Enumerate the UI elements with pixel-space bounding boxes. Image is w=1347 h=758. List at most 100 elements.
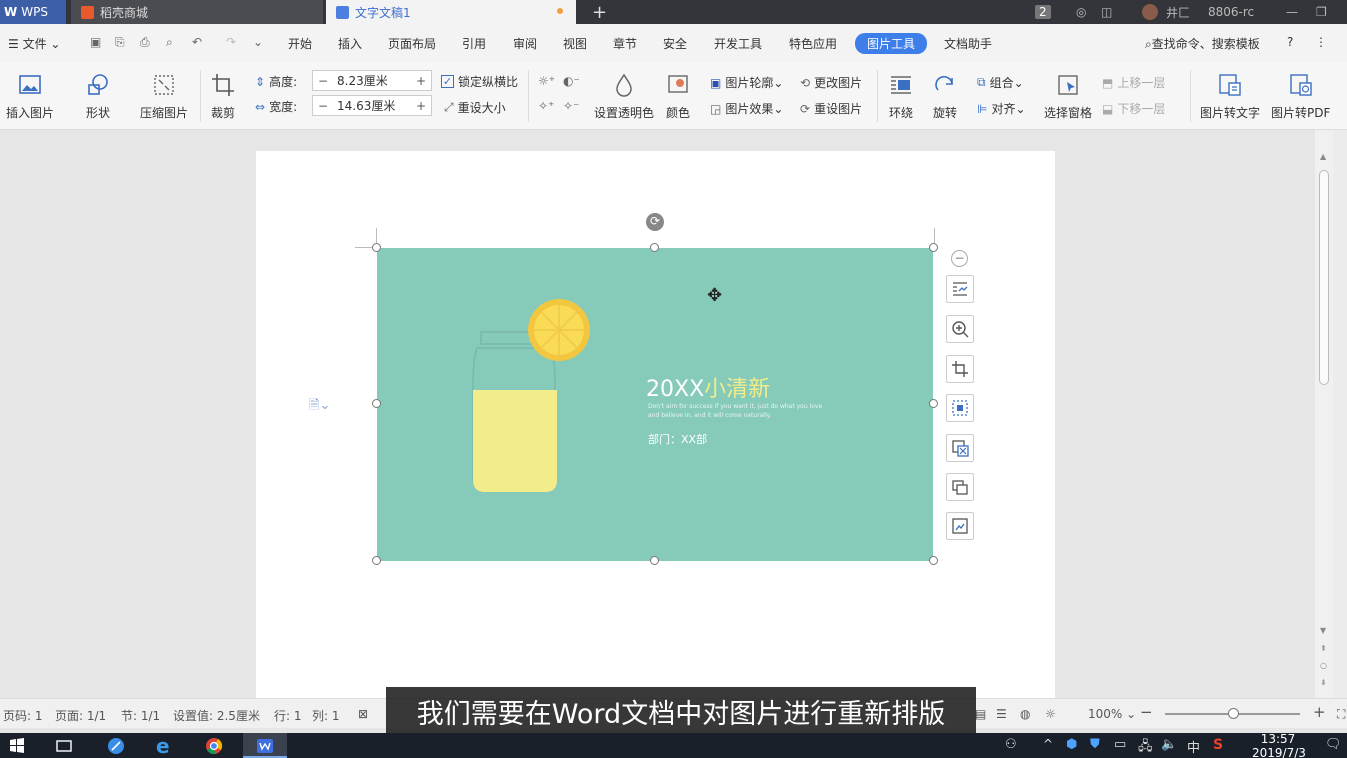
height-decrease-button[interactable]: − [313,74,333,88]
image-outline-button[interactable]: ▣ 图片轮廓 ⌄ [710,74,783,91]
tab-doc-assistant[interactable]: 文档助手 [944,35,992,52]
zoom-slider[interactable] [1165,708,1300,719]
collapse-toolbar-button[interactable]: − [951,250,968,267]
increase-contrast-icon[interactable]: ✧⁺ [538,99,554,113]
page-view-icon[interactable]: ▤ [975,707,986,721]
help-button[interactable]: ? [1287,35,1293,49]
network-icon[interactable]: 🖧 [1138,737,1156,755]
select-browse-icon[interactable]: ○ [1320,661,1327,670]
resize-handle-top[interactable] [650,243,659,252]
web-view-icon[interactable]: ◍ [1020,707,1030,721]
print-preview-icon[interactable]: ⌕ [166,35,173,50]
status-row[interactable]: 行: 1 [274,707,302,724]
width-value[interactable]: 14.63厘米 [333,97,411,114]
tab-docer-mall[interactable]: 稻壳商城 [71,0,323,24]
edge-browser-icon[interactable]: e [156,734,174,758]
task-view-icon[interactable] [55,737,73,755]
vertical-scrollbar[interactable]: ▲ ▼ ⇞ ○ ⇟ [1315,130,1333,698]
tab-review[interactable]: 审阅 [513,35,537,52]
more-icon[interactable]: ⋮ [1315,35,1327,49]
file-menu[interactable]: ☰ 文件 ⌄ [8,35,60,52]
tab-reference[interactable]: 引用 [462,35,486,52]
quick-access-dropdown-icon[interactable]: ⌄ [253,35,263,49]
change-image-button[interactable]: ⟲ 更改图片 [800,74,862,91]
image-effect-button[interactable]: ◲ 图片效果 ⌄ [710,100,783,117]
insert-image-button[interactable]: 插入图片 [6,72,54,121]
resize-handle-bottom-right[interactable] [929,556,938,565]
tray-app-icon[interactable]: ⬢ [1066,737,1084,755]
redo-icon[interactable]: ↷ [226,35,236,49]
outline-view-icon[interactable]: ☰ [996,707,1007,721]
zoom-level[interactable]: 100% ⌄ [1088,707,1136,721]
maximize-button[interactable]: ❐ [1316,0,1327,24]
next-page-icon[interactable]: ⇟ [1320,678,1327,687]
width-increase-button[interactable]: + [411,99,431,113]
tab-start[interactable]: 开始 [288,35,312,52]
save-icon[interactable]: ▣ [90,35,101,49]
image-settings-button[interactable] [946,512,974,540]
resize-handle-top-left[interactable] [372,243,381,252]
tab-insert[interactable]: 插入 [338,35,362,52]
scroll-down-icon[interactable]: ▼ [1320,626,1326,635]
compress-image-button[interactable]: 压缩图片 [140,72,188,121]
command-search[interactable]: ⌕查找命令、搜索模板 [1145,35,1260,52]
print-icon[interactable]: ⎙ [140,35,150,50]
width-decrease-button[interactable]: − [313,99,333,113]
bring-forward-button[interactable]: ⬒ 上移一层 [1102,74,1165,91]
width-stepper[interactable]: − 14.63厘米 + [312,95,432,116]
people-icon[interactable]: ⚇ [1005,737,1023,755]
format-painter-icon[interactable]: ⎘ [115,35,125,50]
status-col[interactable]: 列: 1 [312,707,340,724]
increase-brightness-icon[interactable]: ☼⁺ [538,74,555,88]
zoom-out-button[interactable]: − [1140,703,1153,721]
undo-icon[interactable]: ↶ [192,35,202,49]
skin-icon[interactable]: ◎ [1076,0,1086,24]
layout-options-button[interactable] [946,275,974,303]
copy-image-button[interactable] [946,473,974,501]
selected-image[interactable]: 20XX小清新 Don't aim for success if you wan… [377,248,933,561]
shape-button[interactable]: 形状 [85,72,111,121]
zoom-slider-thumb[interactable] [1228,708,1239,719]
select-area-button[interactable] [946,394,974,422]
user-avatar[interactable]: 井匚 [1142,0,1190,24]
resize-handle-right[interactable] [929,399,938,408]
set-transparent-button[interactable]: 设置透明色 [594,72,654,121]
rotate-button[interactable]: 旋转 [932,72,958,121]
height-increase-button[interactable]: + [411,74,431,88]
tab-special[interactable]: 特色应用 [789,35,837,52]
reset-image-button[interactable]: ⟳ 重设图片 [800,100,862,117]
battery-icon[interactable]: ▭ [1114,737,1132,755]
height-stepper[interactable]: − 8.23厘米 + [312,70,432,91]
tab-document[interactable]: 文字文稿1 [326,0,576,24]
send-backward-button[interactable]: ⬓ 下移一层 [1102,100,1165,117]
resize-handle-bottom[interactable] [650,556,659,565]
tab-chapter[interactable]: 章节 [613,35,637,52]
lock-ratio-checkbox[interactable]: ✓ 锁定纵横比 [441,73,518,90]
crop-button[interactable]: 裁剪 [210,72,236,121]
tab-developer[interactable]: 开发工具 [714,35,762,52]
resize-handle-top-right[interactable] [929,243,938,252]
clock[interactable]: 13:57 2019/7/3 [1252,732,1306,758]
feather-app-icon[interactable] [107,737,125,755]
status-page[interactable]: 页面: 1/1 [55,707,106,724]
notification-icon[interactable]: 🗨 [1325,737,1343,755]
resize-handle-left[interactable] [372,399,381,408]
security-shield-icon[interactable]: ⛊ [1090,737,1108,755]
prev-page-icon[interactable]: ⇞ [1320,644,1327,653]
selection-pane-button[interactable]: 选择窗格 [1044,72,1092,121]
paste-options-icon[interactable]: 🗎⌄ [309,396,330,418]
decrease-contrast-icon[interactable]: ✧⁻ [563,99,579,113]
share-icon[interactable]: ◫ [1101,0,1112,24]
spellcheck-icon[interactable]: ⊠ [358,707,368,721]
image-extract-button[interactable] [946,434,974,462]
sogou-ime-icon[interactable]: S [1213,737,1231,755]
chrome-icon[interactable] [205,737,223,755]
image-to-pdf-button[interactable]: 图片转PDF [1271,72,1330,121]
decrease-brightness-icon[interactable]: ◐⁻ [563,74,580,88]
tab-picture-tools[interactable]: 图片工具 [855,33,928,54]
align-button[interactable]: ⊫ 对齐 ⌄ [977,100,1026,117]
status-setting[interactable]: 设置值: 2.5厘米 [173,707,260,724]
fullscreen-icon[interactable]: ⛶ [1337,707,1345,722]
windows-start-icon[interactable] [8,737,26,755]
zoom-preview-button[interactable] [946,315,974,343]
